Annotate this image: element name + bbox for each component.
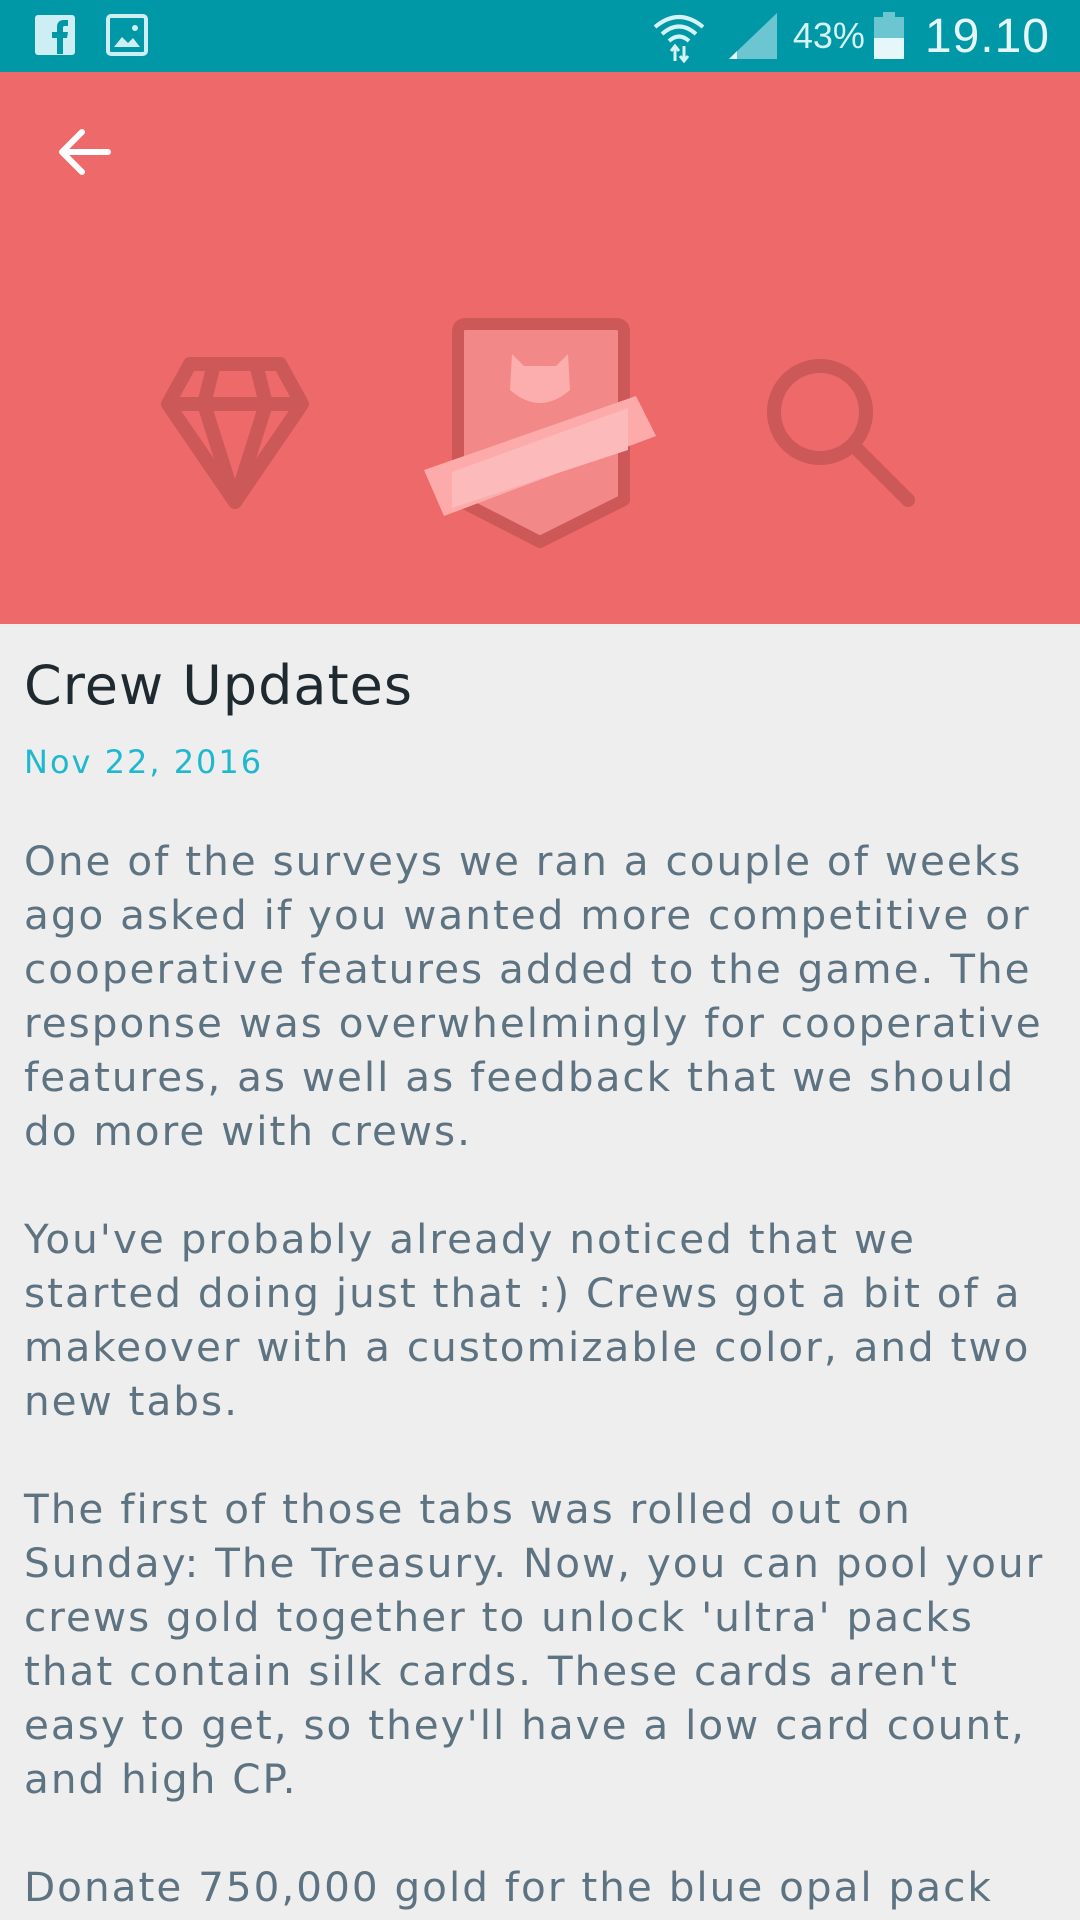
search-icon <box>767 359 915 507</box>
back-button[interactable] <box>44 112 124 192</box>
article-paragraph: You've probably already noticed that we … <box>24 1215 1031 1425</box>
hero-banner <box>0 72 1080 624</box>
battery-icon <box>873 12 904 59</box>
article-date: Nov 22, 2016 <box>24 743 264 781</box>
crew-badge-icon <box>424 318 656 548</box>
article-paragraph: One of the surveys we ran a couple of we… <box>24 837 1043 1155</box>
battery-percent: 43% <box>792 15 865 56</box>
article-paragraph: The first of those tabs was rolled out o… <box>24 1485 1045 1803</box>
article-paragraph: Donate 750,000 gold for the blue opal pa… <box>24 1863 993 1911</box>
hero-illustration <box>161 318 915 548</box>
image-icon <box>106 14 148 56</box>
wifi-icon <box>653 15 705 63</box>
clock: 19.10 <box>924 9 1050 63</box>
article: Crew Updates Nov 22, 2016 One of the sur… <box>24 624 1064 1920</box>
facebook-icon <box>35 15 75 55</box>
diamond-icon <box>161 357 309 509</box>
back-arrow-icon <box>59 129 111 175</box>
article-title: Crew Updates <box>24 654 413 717</box>
signal-icon <box>728 13 777 59</box>
status-bar: 43% 19.10 <box>0 0 1080 72</box>
article-body: One of the surveys we ran a couple of we… <box>24 834 1064 1914</box>
